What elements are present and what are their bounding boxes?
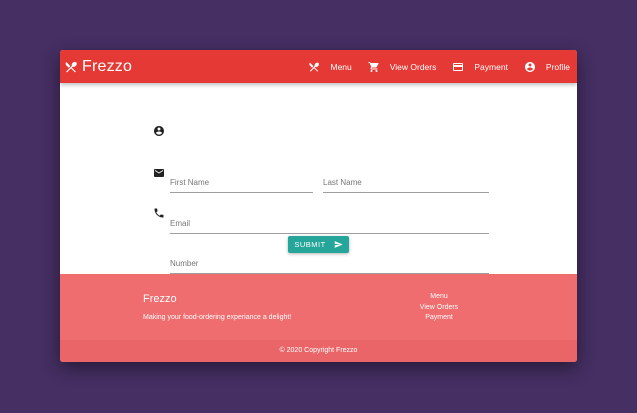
brand-name: Frezzo	[82, 58, 133, 75]
copyright-bar: © 2020 Copyright Frezzo	[60, 340, 577, 362]
footer-link-menu[interactable]: Menu	[408, 292, 470, 303]
nav-menu: Menu View Orders Payment Profile	[292, 50, 570, 83]
first-name-input[interactable]	[170, 173, 313, 192]
phone-icon	[154, 208, 164, 218]
last-name-input[interactable]	[323, 173, 489, 192]
email-field	[170, 213, 489, 234]
credit-card-icon	[453, 62, 464, 71]
cart-icon	[368, 61, 379, 72]
nav-label: Payment	[474, 61, 508, 72]
last-name-field	[323, 172, 489, 193]
utensils-icon	[65, 61, 77, 73]
nav-label: View Orders	[389, 61, 437, 72]
nav-item-menu[interactable]: Menu	[308, 61, 352, 73]
account-circle-icon	[154, 126, 164, 136]
footer-link-view-orders[interactable]: View Orders	[408, 303, 470, 314]
nav-item-payment[interactable]: Payment	[452, 61, 508, 73]
first-name-field	[170, 172, 313, 193]
footer-tagline: Making your food-ordering experiance a d…	[143, 314, 292, 321]
footer-link-payment[interactable]: Payment	[408, 313, 470, 324]
submit-button[interactable]: SUBMIT	[288, 236, 349, 253]
footer-title: Frezzo	[143, 293, 177, 305]
nav-label: Profile	[545, 61, 570, 72]
nav-label: Menu	[330, 61, 352, 72]
footer-links: Menu View Orders Payment	[408, 292, 470, 324]
number-field	[170, 253, 489, 274]
order-form: SUBMIT	[60, 83, 577, 274]
email-input[interactable]	[170, 214, 489, 233]
nav-item-profile[interactable]: Profile	[524, 61, 570, 73]
app-window: Frezzo Menu View Orders Payment Profile	[60, 50, 577, 362]
submit-label: SUBMIT	[294, 240, 326, 249]
utensils-icon	[309, 62, 320, 72]
send-icon	[334, 241, 343, 248]
footer: Frezzo Making your food-ordering experia…	[60, 274, 577, 362]
number-input[interactable]	[170, 254, 489, 273]
navbar: Frezzo Menu View Orders Payment Profile	[60, 50, 577, 83]
account-circle-icon	[524, 61, 535, 72]
brand-logo[interactable]: Frezzo	[64, 56, 132, 78]
nav-item-view-orders[interactable]: View Orders	[368, 61, 437, 73]
mail-icon	[154, 169, 164, 177]
